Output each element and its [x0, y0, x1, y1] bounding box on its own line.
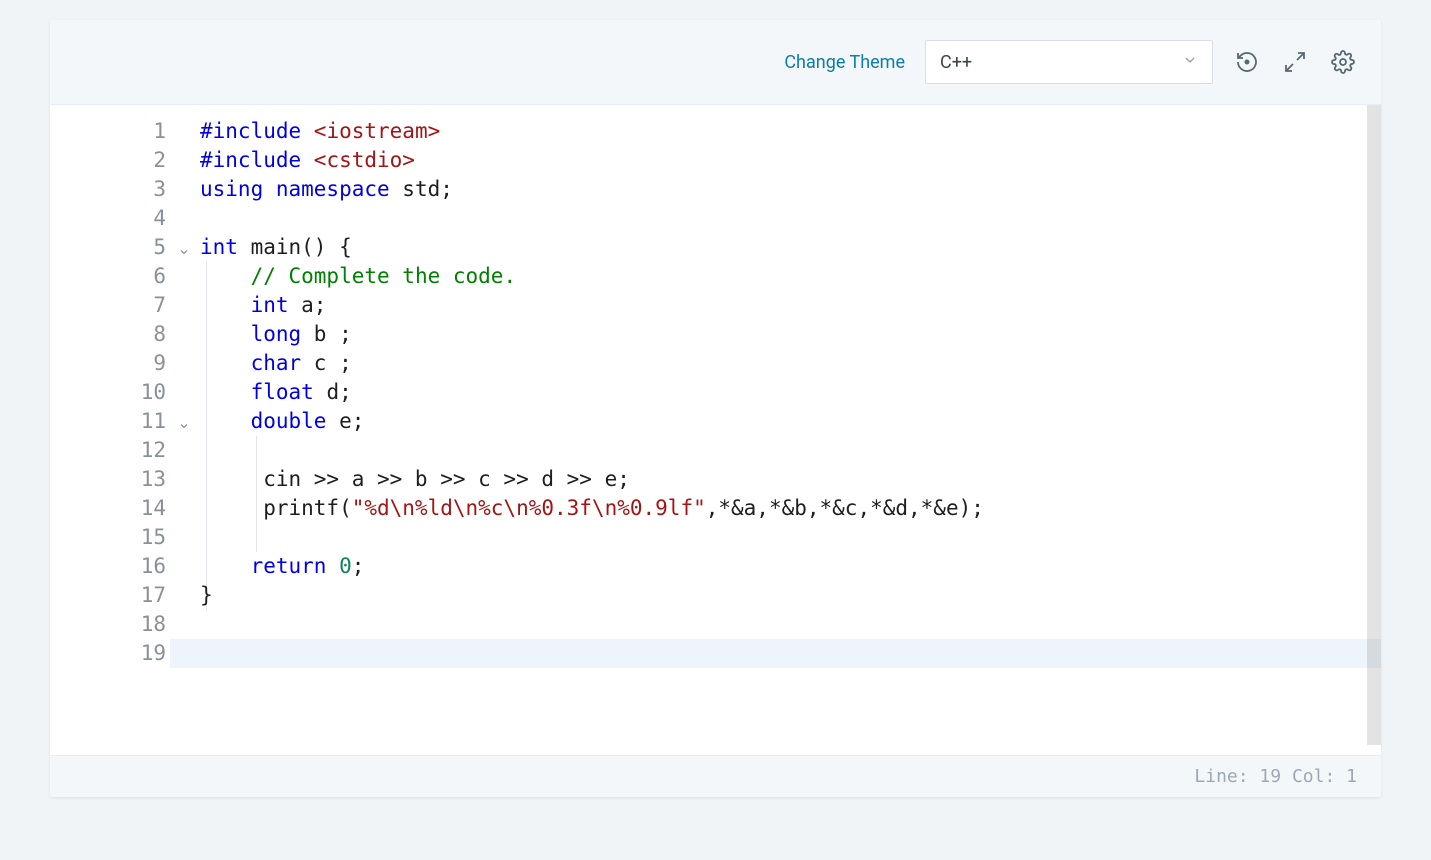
line-number: 19 [50, 639, 170, 668]
code-line[interactable]: // Complete the code. [200, 262, 1381, 291]
code-line[interactable] [200, 523, 1381, 552]
code-area[interactable]: 12345678910111213141516171819 #include <… [50, 105, 1381, 755]
status-bar: Line: 19 Col: 1 [50, 755, 1381, 797]
line-number: 6 [50, 262, 170, 291]
line-number: 11 [50, 407, 170, 436]
status-line-value: 19 [1259, 766, 1281, 787]
code-line[interactable]: } [200, 581, 1381, 610]
editor-toolbar: Change Theme C++ [50, 20, 1381, 105]
code-line[interactable] [200, 610, 1381, 639]
chevron-down-icon [1182, 52, 1198, 73]
change-theme-link[interactable]: Change Theme [784, 52, 905, 73]
code-line[interactable] [200, 639, 1381, 668]
code-line[interactable]: using namespace std; [200, 175, 1381, 204]
status-col-value: 1 [1346, 766, 1357, 787]
line-number: 10 [50, 378, 170, 407]
code-line[interactable]: int a; [200, 291, 1381, 320]
code-line[interactable]: long b ; [200, 320, 1381, 349]
code-line[interactable]: printf("%d\n%ld\n%c\n%0.3f\n%0.9lf",*&a,… [200, 494, 1381, 523]
line-number: 4 [50, 204, 170, 233]
code-line[interactable]: return 0; [200, 552, 1381, 581]
language-select[interactable]: C++ [925, 40, 1213, 84]
code-line[interactable]: #include <cstdio> [200, 146, 1381, 175]
code-line[interactable]: float d; [200, 378, 1381, 407]
line-number: 12 [50, 436, 170, 465]
line-number: 17 [50, 581, 170, 610]
code-line[interactable]: int main() { [200, 233, 1381, 262]
code-line[interactable] [200, 436, 1381, 465]
line-number: 3 [50, 175, 170, 204]
line-number: 1 [50, 117, 170, 146]
fullscreen-icon[interactable] [1281, 48, 1309, 76]
code-line[interactable]: double e; [200, 407, 1381, 436]
code-line[interactable]: char c ; [200, 349, 1381, 378]
line-number: 16 [50, 552, 170, 581]
status-col-label: Col: [1292, 766, 1335, 787]
line-number-gutter: 12345678910111213141516171819 [50, 105, 170, 755]
line-number: 2 [50, 146, 170, 175]
line-number: 13 [50, 465, 170, 494]
language-select-value: C++ [940, 52, 972, 73]
line-number: 5 [50, 233, 170, 262]
editor-container: Change Theme C++ 1234567 [50, 20, 1381, 797]
line-number: 18 [50, 610, 170, 639]
code-line[interactable]: cin >> a >> b >> c >> d >> e; [200, 465, 1381, 494]
code-line[interactable] [200, 204, 1381, 233]
line-number: 15 [50, 523, 170, 552]
line-number: 7 [50, 291, 170, 320]
gear-icon[interactable] [1329, 48, 1357, 76]
reset-icon[interactable] [1233, 48, 1261, 76]
status-line-label: Line: [1194, 766, 1248, 787]
line-number: 9 [50, 349, 170, 378]
line-number: 8 [50, 320, 170, 349]
code-content[interactable]: #include <iostream>#include <cstdio>usin… [170, 105, 1381, 755]
code-line[interactable]: #include <iostream> [200, 117, 1381, 146]
line-number: 14 [50, 494, 170, 523]
